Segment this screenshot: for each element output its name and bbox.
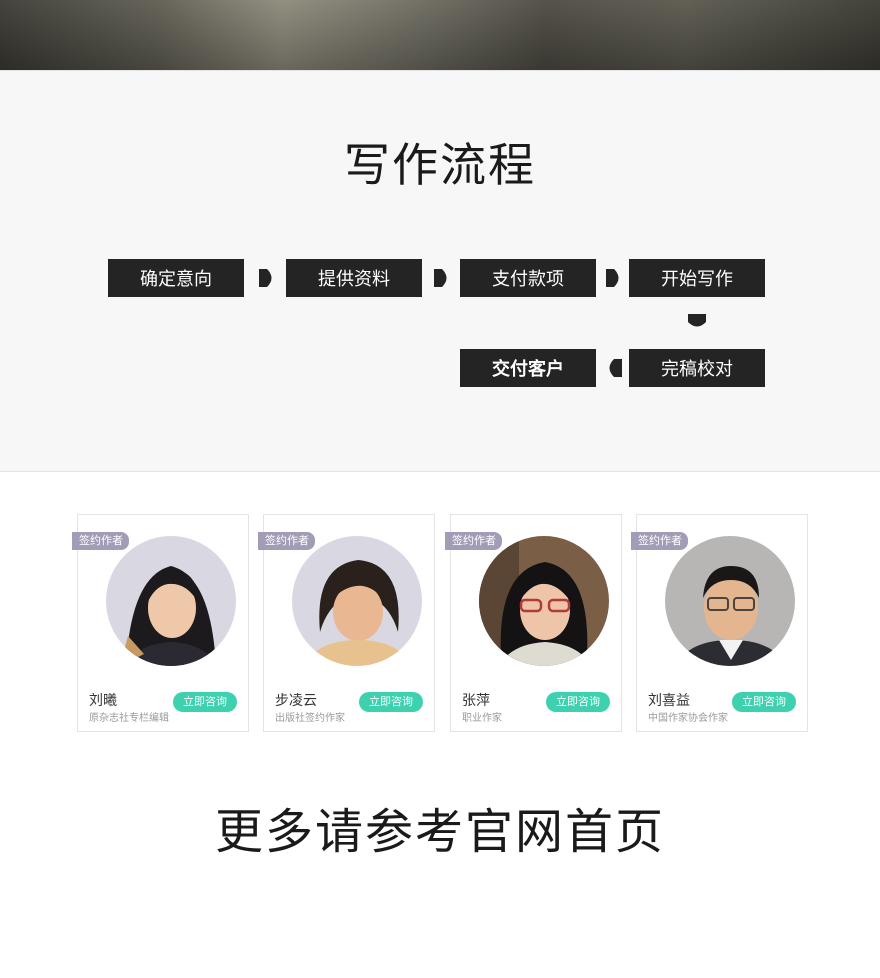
avatar [665, 536, 795, 666]
step-payment: 支付款项 [460, 259, 596, 297]
step-proofreading: 完稿校对 [629, 349, 765, 387]
author-name: 刘曦 [89, 693, 117, 709]
author-name: 步凌云 [275, 693, 317, 709]
consult-button[interactable]: 立即咨询 [732, 692, 796, 712]
step-start-writing: 开始写作 [629, 259, 765, 297]
avatar [292, 536, 422, 666]
author-card: 签约作者 刘喜益 中国作家协会作家 立即咨询 [631, 514, 808, 732]
step-confirm-intent: 确定意向 [108, 259, 244, 297]
author-title: 职业作家 [462, 713, 502, 724]
arrow-right-icon [432, 268, 452, 288]
author-name: 刘喜益 [648, 693, 690, 709]
step-deliver: 交付客户 [460, 349, 596, 387]
arrow-left-icon [604, 358, 624, 378]
signed-author-tag: 签约作者 [445, 532, 502, 550]
consult-button[interactable]: 立即咨询 [359, 692, 423, 712]
author-title: 原杂志社专栏编辑 [89, 713, 169, 724]
author-card: 签约作者 步凌云 出版社签约作家 立即咨询 [258, 514, 435, 732]
author-card: 签约作者 刘曦 原杂志社专栏编辑 立即咨询 [72, 514, 249, 732]
arrow-right-icon [604, 268, 624, 288]
author-name: 张萍 [462, 693, 490, 709]
signed-author-tag: 签约作者 [72, 532, 129, 550]
consult-button[interactable]: 立即咨询 [546, 692, 610, 712]
consult-button[interactable]: 立即咨询 [173, 692, 237, 712]
signed-author-tag: 签约作者 [258, 532, 315, 550]
top-banner-image [0, 0, 880, 70]
author-title: 出版社签约作家 [275, 713, 345, 724]
avatar [479, 536, 609, 666]
step-provide-materials: 提供资料 [286, 259, 422, 297]
author-title: 中国作家协会作家 [648, 713, 728, 724]
author-card: 签约作者 张萍 职业作家 立即咨询 [445, 514, 622, 732]
arrow-down-icon [687, 312, 707, 332]
arrow-right-icon [257, 268, 277, 288]
more-info-text: 更多请参考官网首页 [214, 804, 665, 860]
section-title: 写作流程 [344, 138, 536, 192]
signed-author-tag: 签约作者 [631, 532, 688, 550]
avatar [106, 536, 236, 666]
writing-process-section: 写作流程 确定意向 提供资料 支付款项 开始写作 完稿校对 交付客户 [0, 70, 880, 472]
